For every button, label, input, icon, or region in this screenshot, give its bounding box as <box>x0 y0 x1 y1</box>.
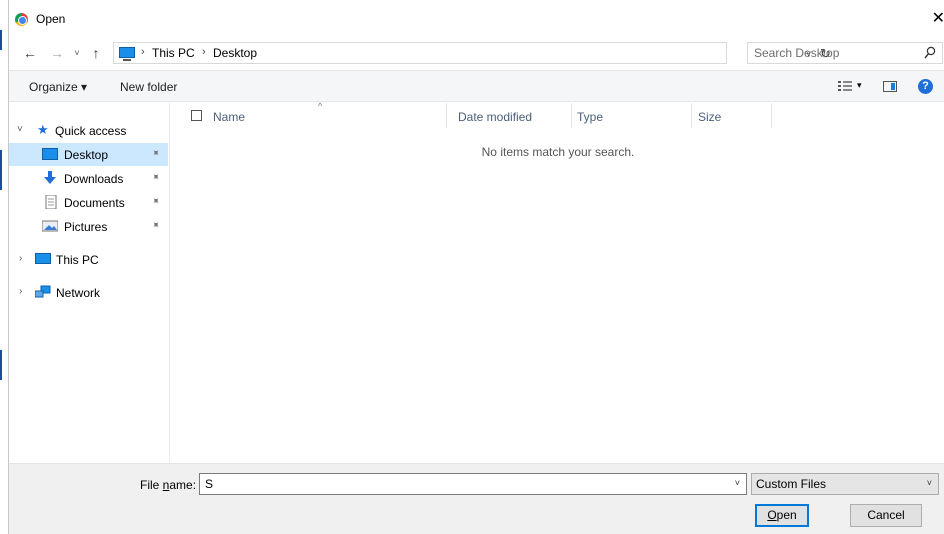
address-row: ← → ˅ ↑ › This PC › Desktop ˅ ↻ Search D… <box>9 38 944 68</box>
nav-item-desktop[interactable]: Desktop ✦ <box>9 143 168 166</box>
breadcrumb-separator: › <box>141 46 145 58</box>
pin-icon: ✦ <box>148 170 163 185</box>
breadcrumb-separator: › <box>202 46 206 58</box>
window-title: Open <box>36 12 66 26</box>
breadcrumb-desktop[interactable]: Desktop <box>213 46 257 60</box>
column-divider[interactable] <box>446 103 447 128</box>
file-name-panel: File name: S ˅ Custom Files ˅ Open Cance… <box>9 463 944 534</box>
preview-pane-icon[interactable] <box>883 81 897 92</box>
expanded-chevron-icon[interactable]: ˅ <box>17 124 23 135</box>
organize-button[interactable]: Organize ▾ <box>29 80 87 94</box>
command-toolbar: Organize ▾ New folder ▾ ? <box>9 70 944 102</box>
open-button-accesskey: O <box>767 508 777 522</box>
search-icon[interactable] <box>924 46 936 60</box>
cancel-button[interactable]: Cancel <box>850 504 922 527</box>
file-type-value: Custom Files <box>756 477 827 491</box>
open-button-label: pen <box>776 508 797 522</box>
background-edge-mark <box>0 350 2 380</box>
select-all-checkbox[interactable] <box>191 110 202 121</box>
empty-list-message: No items match your search. <box>481 145 635 159</box>
nav-item-downloads[interactable]: Downloads ✦ <box>9 167 168 190</box>
column-header-date-modified[interactable]: Date modified <box>458 110 532 124</box>
help-icon[interactable]: ? <box>918 79 933 94</box>
collapsed-chevron-icon[interactable]: › <box>19 253 22 264</box>
pin-icon: ✦ <box>148 194 163 209</box>
column-divider[interactable] <box>571 103 572 128</box>
change-view-icon[interactable] <box>838 81 852 92</box>
this-pc-icon <box>119 47 135 61</box>
file-type-select[interactable]: Custom Files ˅ <box>751 473 939 495</box>
sort-ascending-icon: ^ <box>318 101 323 111</box>
file-name-value: S <box>205 477 214 491</box>
this-pc-icon <box>35 253 51 264</box>
file-name-dropdown-icon[interactable]: ˅ <box>735 478 740 488</box>
chrome-icon <box>15 13 28 26</box>
new-folder-button[interactable]: New folder <box>120 80 177 94</box>
pin-icon: ✦ <box>148 146 163 161</box>
navigation-pane: ˅ ★ Quick access Desktop ✦ Downloads ✦ D… <box>9 103 170 463</box>
network-icon <box>35 285 51 298</box>
forward-button[interactable]: → <box>49 43 65 63</box>
column-divider[interactable] <box>771 103 772 128</box>
up-button[interactable]: ↑ <box>89 43 103 63</box>
address-bar[interactable]: › This PC › Desktop ˅ ↻ <box>113 42 831 64</box>
column-header-name[interactable]: Name <box>213 110 245 124</box>
nav-item-documents[interactable]: Documents ✦ <box>9 191 168 214</box>
open-button[interactable]: Open <box>755 504 809 527</box>
nav-label-quick-access: Quick access <box>55 124 127 138</box>
file-name-label-prefix: File <box>140 478 163 492</box>
back-button[interactable]: ← <box>22 43 38 63</box>
column-header-row: ^ Name Date modified Type Size <box>171 101 944 128</box>
column-header-size[interactable]: Size <box>698 110 721 124</box>
background-edge-mark <box>0 30 2 50</box>
pictures-icon <box>42 220 58 232</box>
column-divider[interactable] <box>691 103 692 128</box>
documents-icon <box>45 195 57 209</box>
nav-item-quick-access[interactable]: ˅ ★ Quick access <box>9 119 168 142</box>
view-dropdown-icon[interactable]: ▾ <box>857 80 862 91</box>
nav-label-downloads: Downloads <box>64 172 124 186</box>
search-placeholder: Search Desktop <box>754 46 840 60</box>
column-header-type[interactable]: Type <box>577 110 603 124</box>
file-name-field[interactable]: S ˅ <box>199 473 747 495</box>
desktop-icon <box>42 148 58 160</box>
collapsed-chevron-icon[interactable]: › <box>19 286 22 297</box>
background-edge-mark <box>0 150 2 190</box>
search-input[interactable]: Search Desktop <box>747 42 943 64</box>
title-bar: Open ✕ <box>9 0 944 38</box>
close-button[interactable]: ✕ <box>929 9 944 29</box>
file-name-label-suffix: ame: <box>169 478 197 492</box>
file-type-dropdown-icon[interactable]: ˅ <box>927 478 932 488</box>
pin-icon: ✦ <box>148 218 163 233</box>
file-name-label: File name: <box>140 478 196 492</box>
open-file-dialog: Open ✕ ← → ˅ ↑ › This PC › Desktop ˅ ↻ S… <box>8 0 944 534</box>
nav-item-network[interactable]: › Network <box>9 281 168 304</box>
nav-label-desktop: Desktop <box>64 148 109 162</box>
nav-label-network: Network <box>56 286 101 300</box>
nav-label-documents: Documents <box>64 196 125 210</box>
breadcrumb-this-pc[interactable]: This PC <box>152 46 195 60</box>
nav-label-this-pc: This PC <box>56 253 99 267</box>
recent-locations-button[interactable]: ˅ <box>71 43 83 63</box>
nav-item-pictures[interactable]: Pictures ✦ <box>9 215 168 238</box>
nav-item-this-pc[interactable]: › This PC <box>9 248 168 271</box>
star-icon: ★ <box>37 122 49 137</box>
downloads-icon <box>44 171 56 184</box>
nav-label-pictures: Pictures <box>64 220 108 234</box>
file-list[interactable]: ^ Name Date modified Type Size No items … <box>171 101 944 463</box>
